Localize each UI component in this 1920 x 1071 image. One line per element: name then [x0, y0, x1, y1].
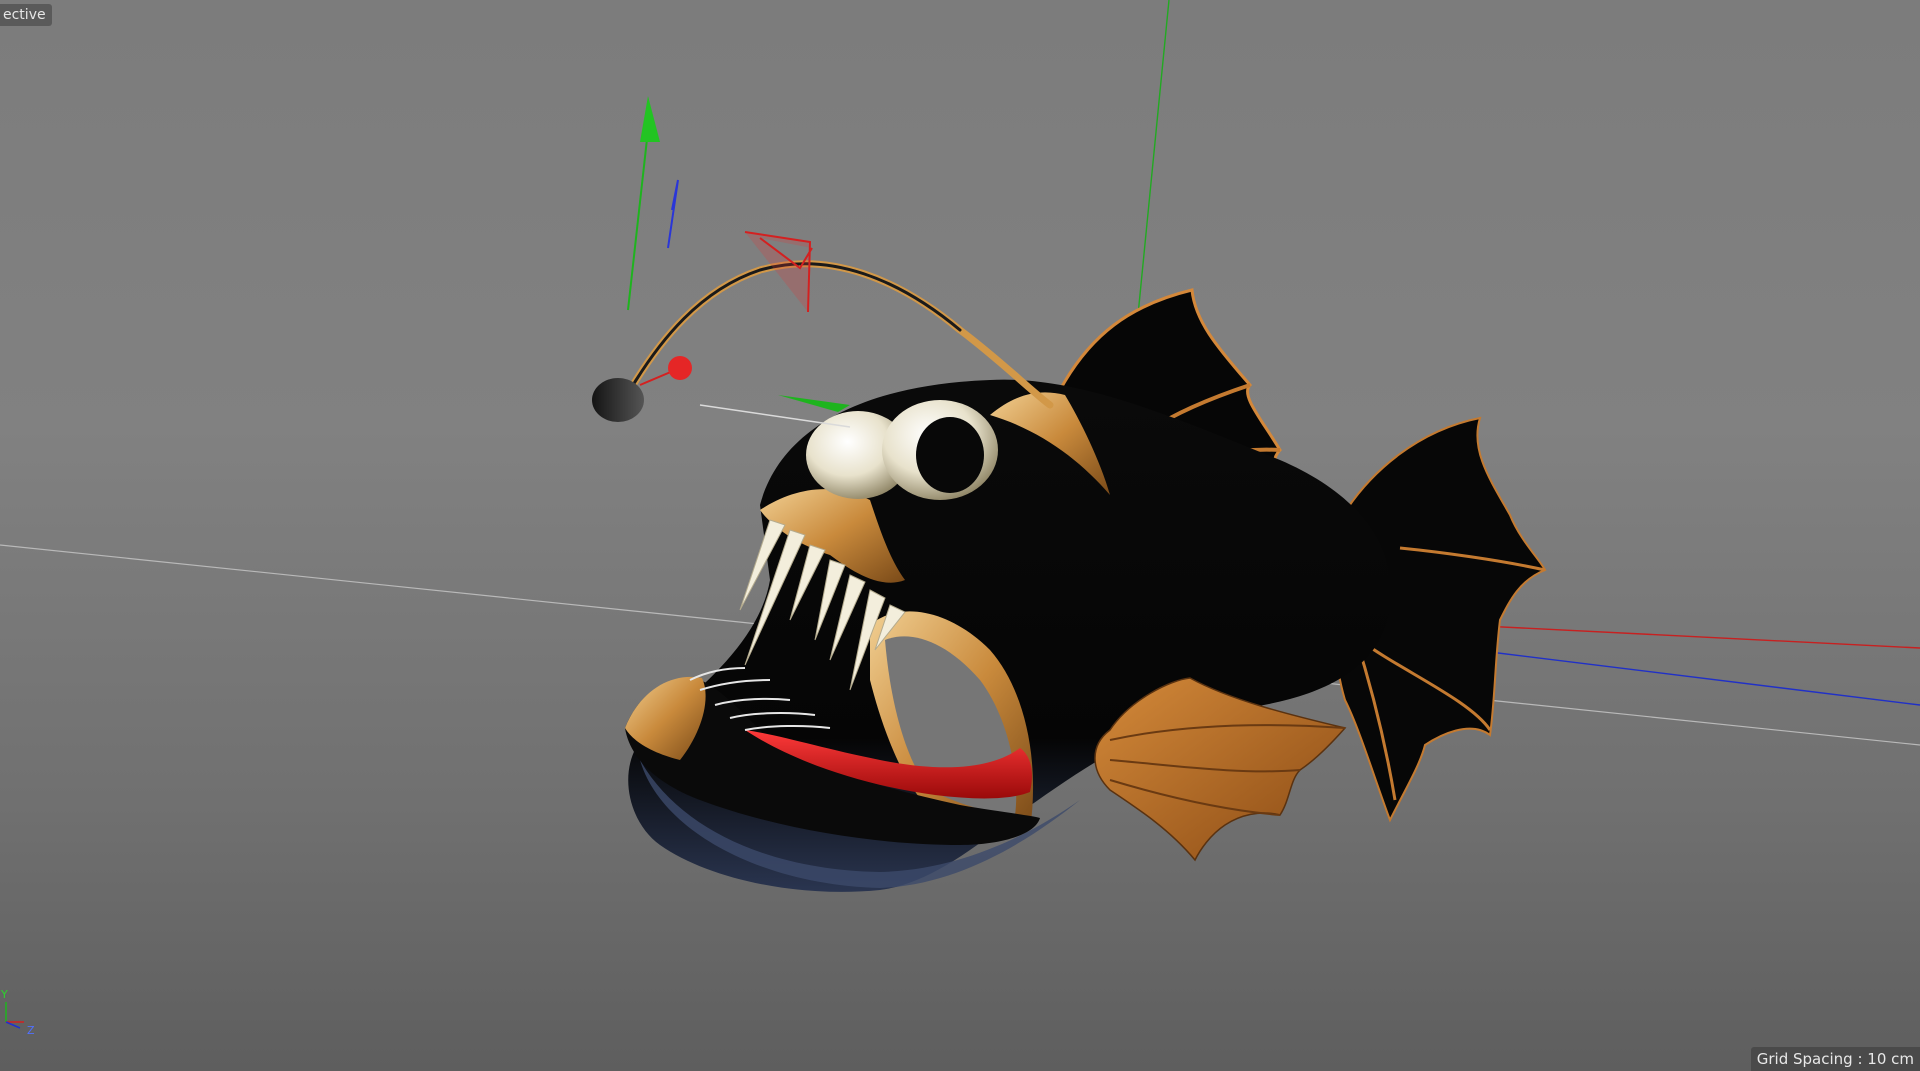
view-mode-label[interactable]: ective — [0, 4, 52, 26]
gizmo-y-axis[interactable] — [627, 129, 649, 311]
3d-viewport[interactable]: Y Z ective Grid Spacing : 10 cm — [0, 0, 1920, 1071]
axis-gizmo-y-label: Y — [0, 988, 8, 1001]
gizmo-green-arrow[interactable] — [778, 395, 850, 412]
gizmo-center-handle[interactable] — [668, 356, 692, 380]
lure-bulb[interactable] — [592, 378, 644, 422]
grid-spacing-readout: Grid Spacing : 10 cm — [1750, 1047, 1920, 1071]
right-eye-pupil — [916, 417, 984, 493]
axis-gizmo-z — [5, 1021, 21, 1029]
gizmo-z-handle[interactable] — [667, 179, 679, 249]
world-y-line — [1137, 0, 1170, 316]
axis-gizmo-z-label: Z — [27, 1024, 35, 1037]
axis-orientation-gizmo: Y Z — [0, 988, 35, 1037]
gizmo-y-arrow[interactable] — [640, 96, 660, 142]
world-blue-axis-line — [1489, 651, 1920, 706]
viewport-scene[interactable]: Y Z — [0, 0, 1920, 1071]
